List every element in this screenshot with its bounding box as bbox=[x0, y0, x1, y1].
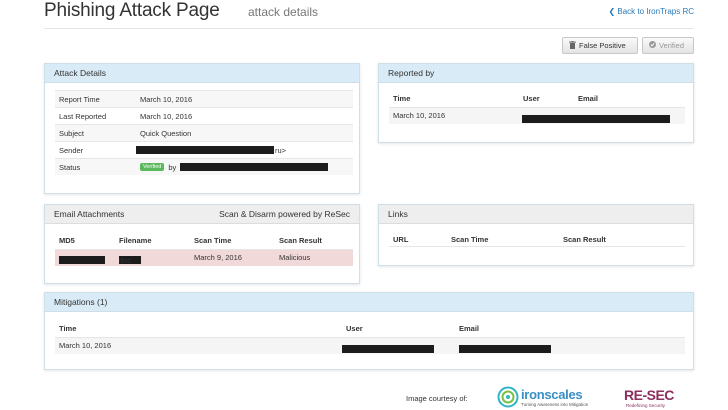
back-to-irontraps-link[interactable]: ❮ Back to IronTraps RC bbox=[608, 7, 694, 16]
verified-status-badge: Verified bbox=[140, 163, 165, 171]
reported-by-title: Reported by bbox=[379, 64, 693, 83]
resec-name: RE-SEC bbox=[624, 387, 674, 403]
page-title: Phishing Attack Page bbox=[44, 0, 220, 21]
ironscales-name: ironscales bbox=[521, 387, 583, 402]
detail-row-last-reported: Last Reported March 10, 2016 bbox=[55, 107, 353, 124]
column-header-scan-time: Scan Time bbox=[194, 236, 232, 245]
column-header-scan-time: Scan Time bbox=[451, 235, 489, 244]
column-header-user: User bbox=[346, 324, 363, 333]
page-subtitle: attack details bbox=[248, 5, 319, 19]
links-panel: Links URL Scan Time Scan Result bbox=[378, 204, 694, 266]
mitigations-table-header: Time User Email bbox=[55, 321, 685, 336]
false-positive-label: False Positive bbox=[579, 41, 626, 50]
sender-value: ru> bbox=[136, 146, 286, 155]
column-header-time: Time bbox=[59, 324, 77, 333]
email-attachments-header: Email Attachments Scan & Disarm powered … bbox=[45, 205, 359, 224]
header-divider bbox=[44, 28, 694, 29]
detail-value: March 10, 2016 bbox=[140, 111, 193, 121]
detail-key: Sender bbox=[59, 145, 84, 155]
reported-by-table-header: Time User Email bbox=[389, 91, 685, 106]
ironscales-emblem-icon bbox=[497, 386, 519, 408]
column-header-email: Email bbox=[459, 324, 480, 333]
filename-suffix: doc bbox=[119, 256, 132, 265]
attachments-table-header: MD5 Filename Scan Time Scan Result bbox=[55, 233, 353, 248]
column-header-scan-result: Scan Result bbox=[563, 235, 606, 244]
check-circle-icon bbox=[649, 41, 656, 50]
scan-time-cell: March 9, 2016 bbox=[194, 253, 242, 262]
detail-key: Report Time bbox=[59, 94, 100, 104]
column-header-filename: Filename bbox=[119, 236, 152, 245]
links-table-header: URL Scan Time Scan Result bbox=[389, 232, 685, 247]
column-header-scan-result: Scan Result bbox=[279, 236, 322, 245]
row-time: March 10, 2016 bbox=[393, 111, 446, 120]
page-header: Phishing Attack Page attack details ❮ Ba… bbox=[44, 0, 694, 28]
links-title: Links bbox=[379, 205, 693, 224]
ironscales-logo: ironscales Turning Awareness into Mitiga… bbox=[497, 385, 613, 410]
reported-by-panel: Reported by Time User Email March 10, 20… bbox=[378, 63, 694, 143]
scan-result-cell: Malicious bbox=[279, 253, 311, 262]
mitigations-panel: Mitigations (1) Time User Email March 10… bbox=[44, 292, 694, 370]
detail-key: Status bbox=[59, 162, 81, 172]
detail-row-report-time: Report Time March 10, 2016 bbox=[55, 90, 353, 107]
status-value: Verified by bbox=[140, 162, 329, 172]
email-attachments-panel: Email Attachments Scan & Disarm powered … bbox=[44, 204, 360, 284]
resec-tagline: Redefining Security bbox=[626, 403, 666, 408]
redacted-block bbox=[180, 163, 329, 171]
attack-details-title: Attack Details bbox=[45, 64, 359, 83]
mitigations-title: Mitigations (1) bbox=[45, 293, 693, 312]
ironscales-tagline: Turning Awareness into Mitigation bbox=[521, 402, 589, 407]
false-positive-button[interactable]: False Positive bbox=[562, 37, 638, 54]
detail-row-status: Status Verified by bbox=[55, 158, 353, 175]
powered-by-resec: Scan & Disarm powered by ReSec bbox=[219, 209, 350, 219]
column-header-md5: MD5 bbox=[59, 236, 75, 245]
email-attachments-title: Email Attachments bbox=[54, 209, 125, 219]
detail-row-sender: Sender ru> bbox=[55, 141, 353, 158]
image-courtesy-label: Image courtesy of: bbox=[406, 394, 468, 403]
column-header-time: Time bbox=[393, 94, 411, 103]
redacted-block bbox=[59, 256, 105, 264]
verified-button[interactable]: Verified bbox=[642, 37, 694, 54]
status-by-label: by bbox=[168, 162, 177, 172]
column-header-url: URL bbox=[393, 235, 409, 244]
table-row[interactable]: 1ec Re doc March 9, 2016 Malicious bbox=[55, 249, 353, 266]
attack-details-panel: Attack Details Report Time March 10, 201… bbox=[44, 63, 360, 194]
detail-key: Subject bbox=[59, 128, 85, 138]
column-header-user: User bbox=[523, 94, 540, 103]
table-row: March 10, 2016 bbox=[55, 337, 685, 354]
detail-key: Last Reported bbox=[59, 111, 107, 121]
column-header-email: Email bbox=[578, 94, 599, 103]
detail-row-subject: Subject Quick Question bbox=[55, 124, 353, 141]
row-time: March 10, 2016 bbox=[59, 341, 112, 350]
verified-label: Verified bbox=[659, 41, 685, 50]
table-row: March 10, 2016 bbox=[389, 107, 685, 124]
detail-value: Quick Question bbox=[140, 128, 192, 138]
detail-value: March 10, 2016 bbox=[140, 94, 193, 104]
trash-icon bbox=[569, 40, 576, 51]
redacted-block bbox=[136, 146, 274, 154]
resec-logo: RE-SEC Redefining Security bbox=[624, 385, 700, 410]
sender-suffix: ru> bbox=[275, 145, 287, 155]
